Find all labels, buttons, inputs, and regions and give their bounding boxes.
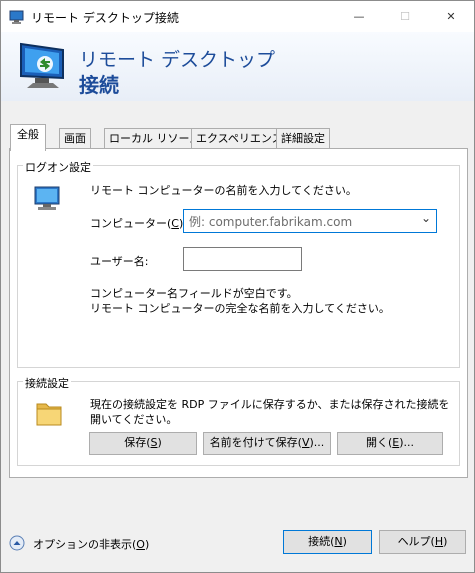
computer-placeholder: 例: computer.fabrikam.com xyxy=(189,215,353,229)
tab-display[interactable]: 画面 xyxy=(59,128,91,149)
maximize-button[interactable]: ☐ xyxy=(382,1,428,32)
chevron-down-icon[interactable]: ⌄ xyxy=(421,211,431,225)
tab-label: 詳細設定 xyxy=(281,132,325,145)
tab-label: ローカル リソース xyxy=(109,132,200,145)
tab-general[interactable]: 全般 xyxy=(10,124,46,151)
remote-desktop-logo xyxy=(20,42,64,88)
window-title: リモート デスクトップ接続 xyxy=(31,11,179,25)
computer-combobox[interactable]: 例: computer.fabrikam.com ⌄ xyxy=(183,209,437,233)
tab-label: 全般 xyxy=(17,128,39,141)
open-button[interactable]: 開く(E)... xyxy=(337,432,443,455)
banner-subtitle: 接続 xyxy=(79,73,119,97)
maximize-icon: ☐ xyxy=(400,10,410,23)
save-as-button[interactable]: 名前を付けて保存(V)... xyxy=(203,432,331,455)
logon-instruction: リモート コンピューターの名前を入力してください。 xyxy=(90,184,357,197)
close-icon: ✕ xyxy=(446,10,456,23)
hint-line-2: リモート コンピューターの完全な名前を入力してください。 xyxy=(90,302,390,315)
help-button[interactable]: ヘルプ(H) xyxy=(379,530,466,554)
tab-label: 画面 xyxy=(64,132,86,145)
minimize-icon: — xyxy=(353,10,365,23)
general-tab-pane: ログオン設定 リモート コンピューターの名前を入力してください。 コンピューター… xyxy=(9,148,468,478)
logon-settings-label: ログオン設定 xyxy=(23,159,93,175)
username-field[interactable] xyxy=(183,247,302,271)
close-button[interactable]: ✕ xyxy=(428,1,474,32)
rdp-window: リモート デスクトップ接続 — ☐ ✕ リモート デスクトップ 接続 全般 画面… xyxy=(0,0,475,573)
tab-label: エクスペリエンス xyxy=(196,132,283,145)
connection-description-1: 現在の接続設定を RDP ファイルに保存するか、または保存された接続を xyxy=(90,398,450,411)
minimize-button[interactable]: — xyxy=(336,1,382,32)
connect-button[interactable]: 接続(N) xyxy=(283,530,372,554)
hint-line-1: コンピューター名フィールドが空白です。 xyxy=(90,287,298,300)
computer-icon xyxy=(34,186,60,210)
app-icon xyxy=(9,10,24,24)
chevron-up-circle-icon[interactable] xyxy=(9,535,25,551)
banner-title: リモート デスクトップ xyxy=(79,49,276,71)
tab-experience[interactable]: エクスペリエンス xyxy=(191,128,288,149)
folder-icon xyxy=(36,403,62,426)
connection-description-2: 開いてください。 xyxy=(90,413,178,426)
connection-settings-label: 接続設定 xyxy=(23,375,71,391)
computer-label: コンピューター(C): xyxy=(90,217,187,230)
title-bar: リモート デスクトップ接続 — ☐ ✕ xyxy=(1,1,474,32)
tab-advanced[interactable]: 詳細設定 xyxy=(276,128,330,149)
hide-options-label[interactable]: オプションの非表示(O) xyxy=(33,536,149,552)
tab-local-resources[interactable]: ローカル リソース xyxy=(104,128,205,149)
save-button[interactable]: 保存(S) xyxy=(89,432,197,455)
banner: リモート デスクトップ 接続 xyxy=(1,32,474,101)
username-label: ユーザー名: xyxy=(90,255,149,268)
